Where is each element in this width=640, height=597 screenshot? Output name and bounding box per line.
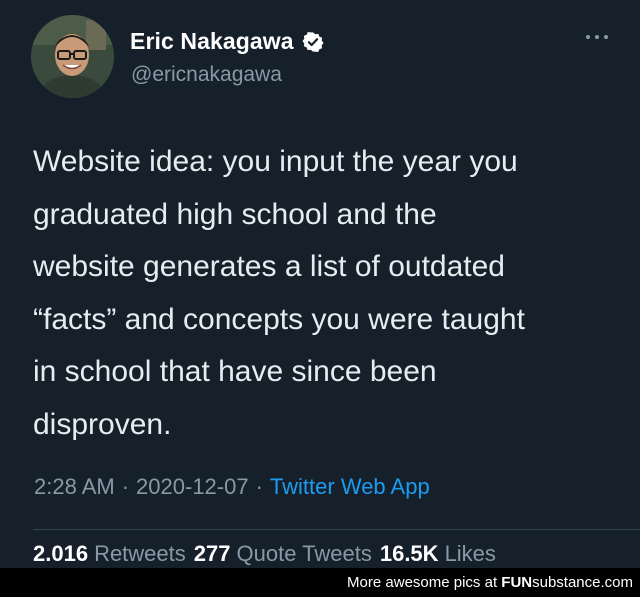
author-display-name[interactable]: Eric Nakagawa (130, 28, 294, 55)
more-options-icon[interactable] (584, 30, 610, 42)
retweets-count: 2.016 (33, 541, 89, 566)
quote-tweets-count: 277 (193, 541, 231, 566)
author-name-row: Eric Nakagawa (130, 28, 324, 55)
tweet-metadata: 2:28 AM · 2020-12-07 · Twitter Web App (34, 474, 430, 500)
meta-separator: · (121, 474, 130, 499)
likes-label: Likes (444, 541, 496, 566)
tweet-stats: 2.016 Retweets 277 Quote Tweets 16.5K Li… (33, 541, 496, 567)
avatar[interactable] (31, 15, 114, 98)
watermark-prefix: More awesome pics at (347, 574, 502, 591)
meta-separator: · (255, 474, 263, 499)
divider (33, 529, 640, 530)
verified-badge-icon (302, 31, 324, 53)
watermark-brand-rest: substance.com (532, 574, 633, 591)
author-handle[interactable]: @ericnakagawa (131, 63, 282, 87)
tweet-time[interactable]: 2:28 AM (34, 474, 115, 500)
likes-count: 16.5K (379, 541, 439, 566)
retweets-stat[interactable]: 2.016 Retweets (33, 541, 186, 567)
quote-tweets-stat[interactable]: 277 Quote Tweets (194, 541, 372, 567)
watermark-footer: More awesome pics at FUNsubstance.com (0, 568, 640, 597)
likes-stat[interactable]: 16.5K Likes (380, 541, 496, 567)
watermark-brand-bold: FUN (501, 574, 533, 591)
avatar-photo (31, 15, 114, 98)
tweet-text: Website idea: you input the year you gra… (33, 145, 525, 441)
quote-tweets-label: Quote Tweets (236, 541, 372, 566)
tweet-date[interactable]: 2020-12-07 (136, 474, 249, 500)
retweets-label: Retweets (94, 541, 186, 566)
tweet-source-link[interactable]: Twitter Web App (270, 474, 430, 500)
watermark-text[interactable]: More awesome pics at FUNsubstance.com (347, 574, 633, 591)
tweet-card: Eric Nakagawa @ericnakagawa Website idea… (0, 0, 640, 568)
